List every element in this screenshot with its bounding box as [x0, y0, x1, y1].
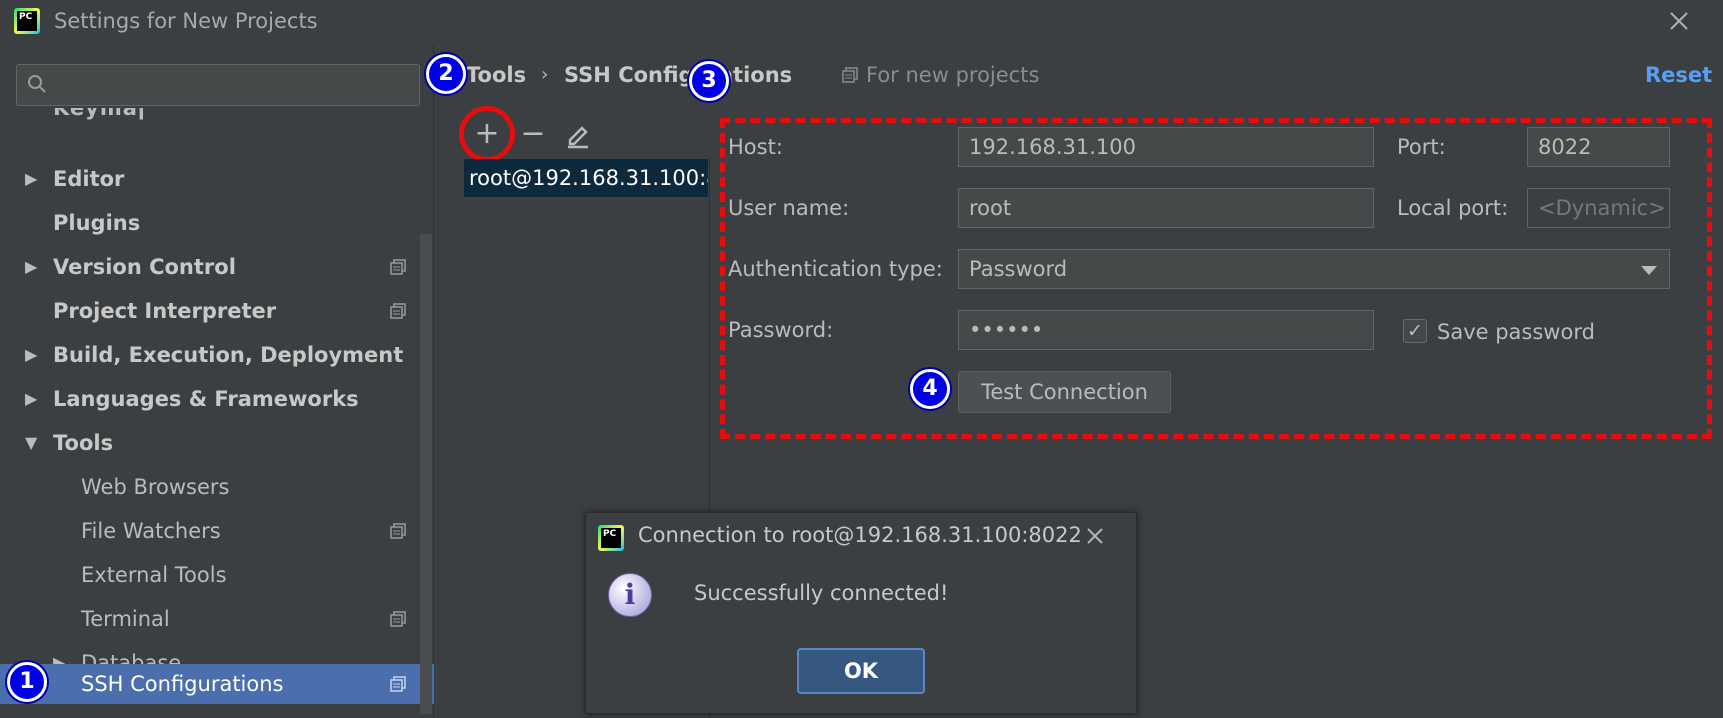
- window-title: Settings for New Projects: [54, 9, 318, 33]
- local-port-label: Local port:: [1397, 196, 1509, 220]
- connection-dialog: PC Connection to root@192.168.31.100:802…: [585, 512, 1137, 714]
- sidebar-item-file-watchers[interactable]: File Watchers: [0, 511, 434, 551]
- host-label: Host:: [728, 135, 783, 159]
- sidebar-item-label: File Watchers: [81, 519, 221, 543]
- host-input[interactable]: 192.168.31.100: [958, 127, 1374, 167]
- breadcrumb-tools: Tools: [466, 63, 527, 87]
- close-window-button[interactable]: [1664, 6, 1694, 36]
- save-password-label: Save password: [1437, 320, 1595, 344]
- pycharm-logo-icon: PC: [14, 8, 40, 34]
- collapse-arrow-icon[interactable]: ▼: [25, 423, 37, 463]
- port-label: Port:: [1397, 135, 1446, 159]
- reset-link[interactable]: Reset: [1645, 60, 1712, 90]
- step-badge-1: 1: [7, 662, 47, 702]
- sidebar-item-languages-frameworks[interactable]: ▶ Languages & Frameworks: [0, 379, 434, 419]
- right-edge: [1718, 44, 1723, 718]
- edit-configuration-button[interactable]: [560, 116, 596, 152]
- step-badge-2: 2: [426, 54, 466, 94]
- sidebar-item-label: Web Browsers: [81, 475, 230, 499]
- sidebar-item-editor[interactable]: ▶ Editor: [0, 159, 434, 199]
- sidebar-item-plugins[interactable]: Plugins: [0, 203, 434, 243]
- remove-configuration-button[interactable]: −: [515, 116, 551, 152]
- settings-sidebar: Keymap ▶ Editor Plugins ▶ Version Contro…: [0, 44, 434, 718]
- sidebar-item-label: Languages & Frameworks: [53, 387, 359, 411]
- test-connection-button[interactable]: Test Connection: [958, 371, 1171, 413]
- auth-type-value: Password: [969, 257, 1068, 281]
- ok-button[interactable]: OK: [797, 648, 925, 694]
- step-badge-4: 4: [910, 369, 950, 409]
- save-password-checkbox[interactable]: ✓: [1403, 319, 1427, 343]
- sidebar-item-label: Project Interpreter: [53, 299, 277, 323]
- sidebar-item-tools[interactable]: ▼ Tools: [0, 423, 434, 463]
- project-scope-icon: [390, 523, 406, 539]
- chevron-down-icon: [1641, 266, 1657, 275]
- expand-arrow-icon[interactable]: ▶: [25, 379, 37, 419]
- project-scope-icon: [390, 611, 406, 627]
- sidebar-item-terminal[interactable]: Terminal: [0, 599, 434, 639]
- username-input[interactable]: root: [958, 188, 1374, 228]
- sidebar-item-external-tools[interactable]: External Tools: [0, 555, 434, 595]
- sidebar-item-label: External Tools: [81, 563, 227, 587]
- sidebar-item-label: SSH Configurations: [81, 672, 284, 696]
- sidebar-item-label: Editor: [53, 167, 125, 191]
- settings-search-input[interactable]: [16, 64, 420, 106]
- sidebar-item-version-control[interactable]: ▶ Version Control: [0, 247, 434, 287]
- dialog-message: Successfully connected!: [694, 581, 949, 605]
- project-scope-icon: [842, 67, 858, 83]
- list-item[interactable]: root@192.168.31.100:8022: [464, 159, 708, 197]
- project-scope-icon: [390, 259, 406, 275]
- sidebar-item-label: Plugins: [53, 211, 141, 235]
- clipped-tree-item: Keymap: [53, 108, 143, 120]
- auth-type-label: Authentication type:: [728, 257, 943, 281]
- title-bar: PC Settings for New Projects: [0, 0, 1723, 44]
- project-scope-icon: [390, 676, 406, 692]
- port-input[interactable]: 8022: [1527, 127, 1670, 167]
- password-input[interactable]: ••••••: [958, 310, 1374, 350]
- close-icon: [1670, 12, 1688, 30]
- step-badge-3: 3: [689, 61, 729, 101]
- pycharm-logo-icon: PC: [598, 525, 624, 551]
- expand-arrow-icon[interactable]: ▶: [25, 247, 37, 287]
- auth-type-select[interactable]: Password: [958, 249, 1670, 289]
- sidebar-item-label: Terminal: [81, 607, 170, 631]
- pencil-icon: [568, 126, 588, 149]
- password-label: Password:: [728, 318, 834, 342]
- sidebar-item-web-browsers[interactable]: Web Browsers: [0, 467, 434, 507]
- username-label: User name:: [728, 196, 850, 220]
- sidebar-item-label: Version Control: [53, 255, 236, 279]
- breadcrumb-ssh-configurations: SSH Configurations: [564, 63, 793, 87]
- sidebar-item-project-interpreter[interactable]: Project Interpreter: [0, 291, 434, 331]
- sidebar-item-label: Build, Execution, Deployment: [53, 343, 404, 367]
- breadcrumb-separator: ›: [541, 64, 549, 85]
- sidebar-item-label: Tools: [53, 431, 114, 455]
- info-icon: i: [608, 573, 652, 617]
- expand-arrow-icon[interactable]: ▶: [25, 335, 37, 375]
- project-scope-icon: [390, 303, 406, 319]
- add-button-highlight: [459, 106, 515, 162]
- expand-arrow-icon[interactable]: ▶: [25, 159, 37, 199]
- for-new-projects-label: For new projects: [866, 63, 1040, 87]
- dialog-title: Connection to root@192.168.31.100:8022: [638, 523, 1082, 547]
- sidebar-item-build-execution-deployment[interactable]: ▶ Build, Execution, Deployment: [0, 335, 434, 375]
- close-icon: [1087, 528, 1103, 544]
- local-port-input[interactable]: <Dynamic>: [1527, 188, 1670, 228]
- sidebar-item-ssh-configurations[interactable]: SSH Configurations: [0, 664, 434, 704]
- search-icon: [28, 75, 46, 93]
- sidebar-scrollbar[interactable]: [420, 234, 432, 714]
- dialog-close-button[interactable]: [1080, 521, 1110, 551]
